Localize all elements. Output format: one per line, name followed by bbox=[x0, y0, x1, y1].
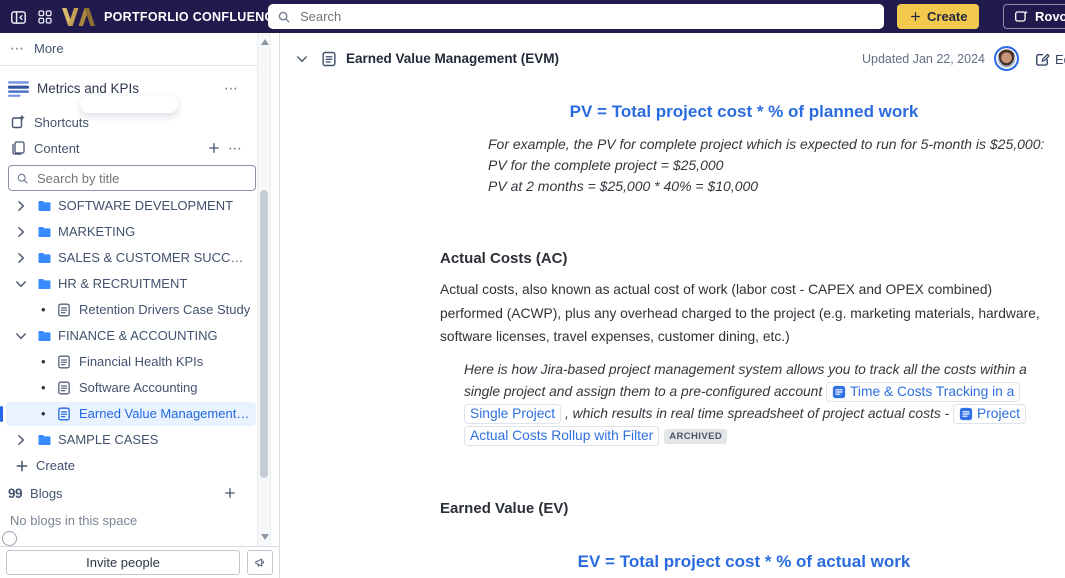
sidebar-item-earned-value-management[interactable]: • Earned Value Management (EVM) bbox=[0, 401, 256, 427]
app-title: PORTFORLIO CONFLUENCE bbox=[104, 9, 283, 24]
add-blog-icon[interactable] bbox=[223, 486, 237, 500]
sidebar-collapse-icon[interactable] bbox=[6, 5, 30, 29]
page-title: Earned Value Management (EVM) bbox=[346, 51, 560, 66]
blogs-icon: 99 bbox=[8, 485, 23, 501]
workspace-logo[interactable] bbox=[60, 5, 100, 29]
actual-costs-heading: Actual Costs (AC) bbox=[440, 250, 568, 267]
folder-icon bbox=[37, 432, 53, 448]
sidebar-item-finance-accounting[interactable]: FINANCE & ACCOUNTING bbox=[0, 323, 256, 349]
global-search[interactable] bbox=[268, 4, 884, 29]
no-blogs-message: No blogs in this space bbox=[10, 512, 138, 528]
document-card-icon bbox=[832, 385, 846, 399]
sidebar-item-financial-health-kpis[interactable]: • Financial Health KPIs bbox=[0, 349, 256, 375]
chevron-down-icon[interactable] bbox=[13, 276, 29, 292]
sidebar-item-software-accounting[interactable]: • Software Accounting bbox=[0, 375, 256, 401]
clipped-icon bbox=[2, 531, 17, 546]
sidebar-scrollbar-thumb[interactable] bbox=[260, 190, 268, 478]
sidebar-item-sample-cases[interactable]: SAMPLE CASES bbox=[0, 427, 256, 453]
rovo-chat-icon bbox=[1014, 9, 1029, 24]
create-button[interactable]: Create bbox=[897, 4, 980, 29]
space-avatar-icon bbox=[7, 77, 30, 100]
scrollbar-down-arrow[interactable] bbox=[261, 534, 269, 540]
folder-icon bbox=[37, 276, 53, 292]
sidebar-item-content[interactable]: Content ⋯ bbox=[0, 135, 265, 161]
avatar[interactable] bbox=[994, 46, 1019, 71]
tree-create-button[interactable]: Create bbox=[0, 453, 256, 479]
edit-icon bbox=[1034, 51, 1050, 67]
pv-example-line: PV at 2 months = $25,000 * 40% = $10,000 bbox=[488, 178, 759, 194]
sidebar-item-software-development[interactable]: SOFTWARE DEVELOPMENT bbox=[0, 193, 256, 219]
search-icon bbox=[16, 172, 29, 185]
page-icon bbox=[56, 406, 72, 422]
chevron-down-icon[interactable] bbox=[294, 51, 310, 67]
page-content-area: Earned Value Management (EVM) Updated Ja… bbox=[281, 33, 1065, 578]
add-content-icon[interactable] bbox=[207, 141, 221, 155]
folder-icon bbox=[37, 250, 53, 266]
page-icon bbox=[56, 354, 72, 370]
shortcuts-icon bbox=[10, 114, 26, 130]
sidebar-item-more[interactable]: ⋯ More bbox=[0, 35, 265, 61]
pv-example-line: For example, the PV for complete project… bbox=[488, 136, 1045, 152]
chevron-right-icon[interactable] bbox=[13, 432, 29, 448]
selected-indicator bbox=[0, 406, 3, 422]
pv-formula-heading: PV = Total project cost * % of planned w… bbox=[569, 102, 919, 121]
edit-button[interactable]: Edit bbox=[1034, 43, 1065, 75]
actual-costs-paragraph: Actual costs, also known as actual cost … bbox=[440, 282, 1040, 344]
document-card-icon bbox=[959, 407, 973, 421]
ev-formula-heading: EV = Total project cost * % of actual wo… bbox=[577, 552, 911, 571]
feedback-button[interactable] bbox=[247, 550, 273, 575]
pv-example-line: PV for the complete project = $25,000 bbox=[488, 157, 724, 173]
actual-costs-note: Here is how Jira-based project managemen… bbox=[464, 359, 1056, 448]
space-menu-icon[interactable]: ⋯ bbox=[224, 80, 239, 97]
content-icon bbox=[10, 140, 26, 156]
sidebar-item-sales-customer-success[interactable]: SALES & CUSTOMER SUCCESS bbox=[0, 245, 256, 271]
sidebar-footer: Invite people bbox=[0, 546, 279, 578]
page-icon bbox=[56, 380, 72, 396]
chevron-right-icon[interactable] bbox=[13, 198, 29, 214]
title-search[interactable] bbox=[8, 165, 256, 191]
sidebar-item-marketing[interactable]: MARKETING bbox=[0, 219, 256, 245]
chevron-right-icon[interactable] bbox=[13, 250, 29, 266]
page-icon bbox=[320, 50, 338, 68]
top-navigation-bar: PORTFORLIO CONFLUENCE Create Rovo Chat bbox=[0, 0, 1065, 33]
app-switcher-icon[interactable] bbox=[33, 5, 57, 29]
more-ellipsis-icon: ⋯ bbox=[10, 39, 25, 56]
updated-timestamp[interactable]: Updated Jan 22, 2024 bbox=[862, 43, 985, 75]
bullet: • bbox=[41, 302, 46, 317]
earned-value-heading: Earned Value (EV) bbox=[440, 500, 569, 517]
bullet: • bbox=[41, 380, 46, 395]
plus-icon bbox=[14, 458, 30, 474]
megaphone-icon bbox=[254, 555, 266, 570]
sidebar-item-blogs[interactable]: 99 Blogs bbox=[0, 480, 265, 506]
sidebar-divider bbox=[0, 65, 268, 66]
space-sidebar: ⋯ More Metrics and KPIs ⋯ Shortcuts Cont… bbox=[0, 33, 280, 578]
scrollbar-up-arrow[interactable] bbox=[261, 39, 269, 45]
note-text: , which results in real time spreadsheet… bbox=[561, 406, 953, 421]
folder-icon bbox=[37, 328, 53, 344]
plus-icon bbox=[909, 10, 922, 23]
space-name: Metrics and KPIs bbox=[37, 80, 140, 96]
chevron-down-icon[interactable] bbox=[13, 328, 29, 344]
archived-badge: ARCHIVED bbox=[664, 429, 728, 444]
sidebar-item-hr-recruitment[interactable]: HR & RECRUITMENT bbox=[0, 271, 256, 297]
content-menu-icon[interactable]: ⋯ bbox=[228, 140, 243, 157]
search-icon bbox=[277, 10, 291, 24]
folder-icon bbox=[37, 198, 53, 214]
sidebar-item-retention-drivers-case-study[interactable]: • Retention Drivers Case Study bbox=[0, 297, 256, 323]
pv-example-block: For example, the PV for complete project… bbox=[488, 134, 1044, 197]
folder-icon bbox=[37, 224, 53, 240]
global-search-input[interactable] bbox=[298, 8, 875, 25]
chevron-right-icon[interactable] bbox=[13, 224, 29, 240]
page-tree: SOFTWARE DEVELOPMENT MARKETING SALES & C… bbox=[0, 193, 256, 479]
page-header: Earned Value Management (EVM) Updated Ja… bbox=[281, 43, 1065, 75]
page-icon bbox=[56, 302, 72, 318]
fading-tooltip bbox=[80, 96, 178, 113]
invite-people-button[interactable]: Invite people bbox=[6, 550, 240, 575]
bullet: • bbox=[41, 354, 46, 369]
bullet: • bbox=[41, 406, 46, 421]
title-search-input[interactable] bbox=[35, 169, 248, 187]
rovo-chat-button[interactable]: Rovo Chat bbox=[1003, 4, 1065, 29]
